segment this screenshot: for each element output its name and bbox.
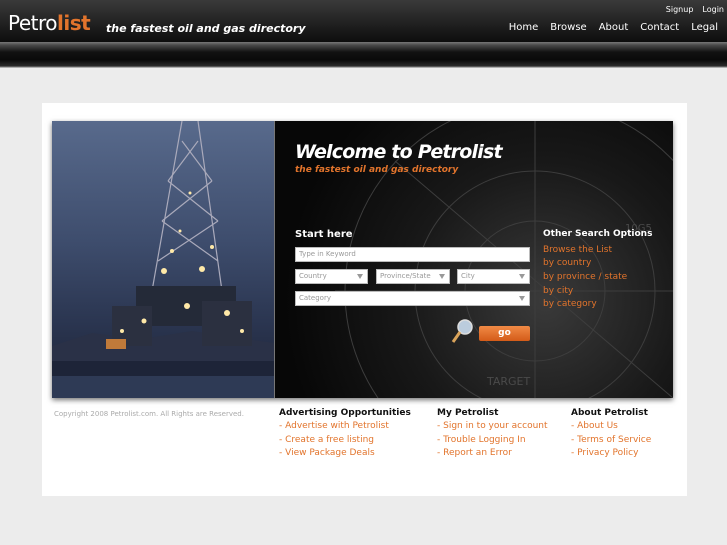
- search-area: TARGET 10G5 Welcome to Petrolist the fas…: [275, 121, 673, 398]
- country-select-label: Country: [299, 272, 327, 280]
- by-province-link[interactable]: by province / state: [543, 272, 627, 282]
- hero-banner: TARGET 10G5 Welcome to Petrolist the fas…: [52, 121, 673, 398]
- trouble-login-link[interactable]: - Trouble Logging In: [437, 434, 548, 448]
- browse-list-link[interactable]: Browse the List: [543, 245, 612, 255]
- about-us-link[interactable]: - About Us: [571, 420, 651, 434]
- start-here-heading: Start here: [295, 229, 353, 240]
- report-error-link[interactable]: - Report an Error: [437, 447, 548, 461]
- magnifier-icon: [451, 319, 473, 343]
- other-search-title: Other Search Options: [543, 229, 653, 239]
- nav-browse[interactable]: Browse: [550, 22, 586, 33]
- site-header: Petrolist the fastest oil and gas direct…: [0, 0, 727, 42]
- my-petrolist-column: My Petrolist - Sign in to your account -…: [437, 408, 548, 461]
- category-select-label: Category: [299, 294, 331, 302]
- advertising-title: Advertising Opportunities: [279, 408, 411, 418]
- by-city-link[interactable]: by city: [543, 286, 573, 296]
- package-deals-link[interactable]: - View Package Deals: [279, 447, 411, 461]
- chevron-down-icon: [439, 274, 445, 279]
- nav-legal[interactable]: Legal: [691, 22, 718, 33]
- welcome-heading: Welcome to Petrolist: [295, 141, 503, 163]
- my-petrolist-title: My Petrolist: [437, 408, 499, 418]
- utility-links: Signup Login: [666, 5, 724, 14]
- chevron-down-icon: [519, 274, 525, 279]
- logo-main: Petro: [8, 11, 58, 35]
- welcome-subtitle: the fastest oil and gas directory: [295, 165, 459, 175]
- nav-about[interactable]: About: [599, 22, 629, 33]
- nav-contact[interactable]: Contact: [640, 22, 679, 33]
- advertising-column: Advertising Opportunities - Advertise wi…: [279, 408, 411, 461]
- country-select[interactable]: Country: [295, 269, 368, 284]
- go-button[interactable]: go: [479, 326, 530, 341]
- about-title: About Petrolist: [571, 408, 648, 418]
- keyword-input[interactable]: Type in Keyword: [295, 247, 530, 262]
- terms-link[interactable]: - Terms of Service: [571, 434, 651, 448]
- petrolist-logo[interactable]: Petrolist: [8, 11, 91, 35]
- sign-in-link[interactable]: - Sign in to your account: [437, 420, 548, 434]
- about-column: About Petrolist - About Us - Terms of Se…: [571, 408, 651, 461]
- by-category-link[interactable]: by category: [543, 299, 597, 309]
- by-country-link[interactable]: by country: [543, 258, 591, 268]
- logo-accent: list: [57, 11, 91, 35]
- copyright: Copyright 2008 Petrolist.com. All Rights…: [54, 410, 244, 418]
- province-select-label: Province/State: [380, 272, 431, 280]
- header-tagline: the fastest oil and gas directory: [106, 22, 306, 35]
- city-select[interactable]: City: [457, 269, 530, 284]
- chevron-down-icon: [357, 274, 363, 279]
- oil-rig-photo: [52, 121, 275, 398]
- province-select[interactable]: Province/State: [376, 269, 450, 284]
- main-nav: Home Browse About Contact Legal: [509, 22, 718, 33]
- category-select[interactable]: Category: [295, 291, 530, 306]
- signup-link[interactable]: Signup: [666, 5, 694, 14]
- privacy-link[interactable]: - Privacy Policy: [571, 447, 651, 461]
- chevron-down-icon: [519, 296, 525, 301]
- nav-home[interactable]: Home: [509, 22, 539, 33]
- advertise-link[interactable]: - Advertise with Petrolist: [279, 420, 411, 434]
- city-select-label: City: [461, 272, 475, 280]
- login-link[interactable]: Login: [702, 5, 724, 14]
- header-strip: [0, 42, 727, 68]
- free-listing-link[interactable]: - Create a free listing: [279, 434, 411, 448]
- bg-target-text: TARGET: [486, 375, 531, 388]
